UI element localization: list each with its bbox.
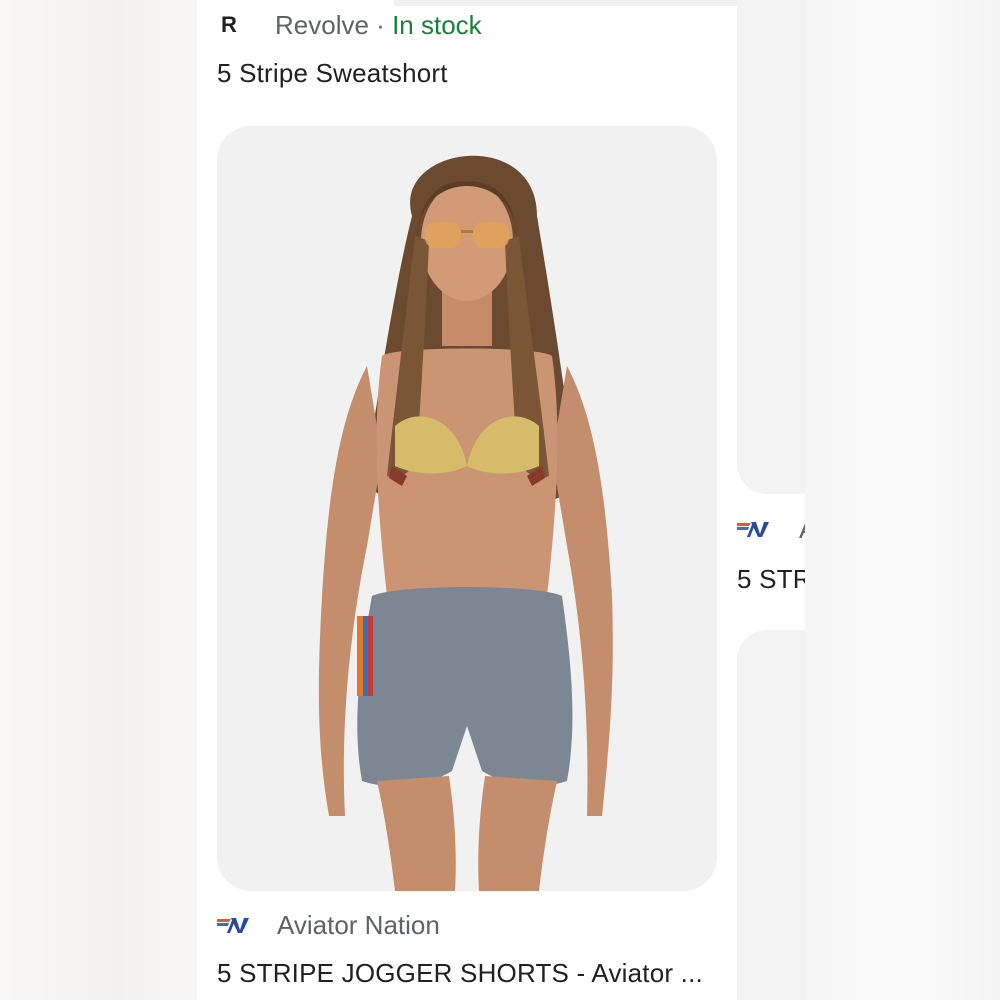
next-result-card[interactable]: A 5 STR — [737, 0, 805, 1000]
source-label: Revolve · In stock — [275, 10, 482, 41]
product-image[interactable] — [737, 630, 805, 1000]
revolve-logo-icon: R — [221, 12, 237, 37]
backdrop-right — [805, 0, 1000, 1000]
source-name: Revolve — [275, 9, 369, 40]
source-name: Aviator Nation — [277, 909, 440, 940]
product-title[interactable]: 5 STR — [737, 564, 805, 595]
source-row: R Revolve · In stock — [217, 8, 482, 42]
source-row: A — [737, 514, 805, 544]
product-title[interactable]: 5 Stripe Sweatshort — [217, 58, 448, 89]
product-title[interactable]: 5 STRIPE JOGGER SHORTS - Aviator ... — [217, 958, 717, 989]
aviator-nation-logo-icon — [737, 519, 771, 539]
product-image[interactable] — [737, 0, 805, 494]
aviator-nation-logo-icon — [217, 915, 251, 935]
results-screen: R Revolve · In stock 5 Stripe Sweatshort — [197, 0, 805, 1000]
source-row: Aviator Nation — [217, 906, 440, 944]
model-photo-icon — [217, 126, 717, 891]
stock-status: In stock — [392, 9, 482, 40]
backdrop-left — [0, 0, 197, 1000]
source-name: A — [799, 514, 805, 545]
product-image[interactable] — [217, 126, 717, 891]
shopping-result-card[interactable]: R Revolve · In stock 5 Stripe Sweatshort — [197, 0, 737, 1000]
separator: · — [376, 9, 385, 40]
